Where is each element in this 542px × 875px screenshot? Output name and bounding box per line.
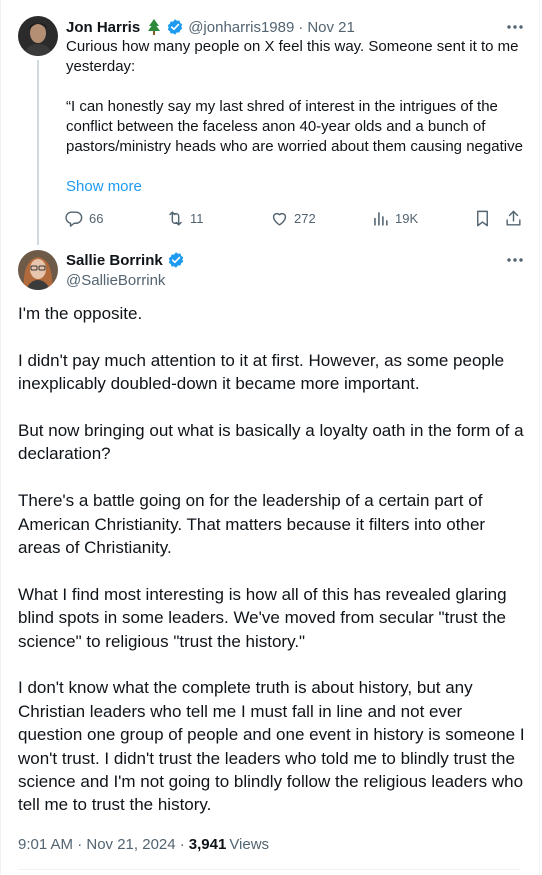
views-count: 19K: [395, 210, 419, 226]
reply-count: 66: [89, 210, 104, 226]
author-handle[interactable]: @jonharris1989: [188, 19, 294, 36]
thread-connector: [37, 60, 39, 245]
verified-badge-icon: [167, 251, 185, 269]
parent-text-line: Curious how many people on X feel this w…: [66, 38, 519, 75]
author-name-text[interactable]: Sallie Borrink: [66, 252, 163, 269]
share-button[interactable]: [504, 207, 523, 229]
tree-icon: [146, 18, 162, 36]
divider: [18, 869, 521, 870]
repost-count: 11: [190, 210, 204, 226]
author-name[interactable]: Jon Harris: [66, 19, 140, 36]
author-handle[interactable]: @SallieBorrink: [66, 271, 165, 291]
separator-dot: ·: [298, 18, 304, 36]
views-count: 3,941: [188, 835, 227, 853]
tweet-metadata: 9:01 AM · Nov 21, 2024 · 3,941 Views: [18, 834, 269, 854]
parent-tweet-header: Jon Harris @jonharris1989 · Nov 21: [66, 17, 525, 37]
tweet-paragraph: But now bringing out what is basically a…: [18, 421, 524, 464]
more-icon[interactable]: [505, 250, 525, 270]
repost-button[interactable]: 11: [166, 207, 204, 229]
like-icon: [272, 212, 287, 226]
author-name: Sallie Borrink: [66, 250, 185, 270]
reply-icon: [65, 210, 83, 227]
tweet-date[interactable]: Nov 21: [307, 19, 355, 36]
show-more-link[interactable]: Show more: [66, 177, 142, 197]
reply-button[interactable]: 66: [65, 207, 103, 229]
tweet-thread: Jon Harris @jonharris1989 · Nov 21 Curio…: [0, 0, 540, 875]
action-bar: 66 11 272 19K: [65, 207, 527, 229]
views-label: Views: [229, 835, 270, 853]
tweet-timestamp[interactable]: 9:01 AM · Nov 21, 2024 ·: [18, 836, 185, 853]
parent-tweet-text: Curious how many people on X feel this w…: [66, 37, 526, 157]
avatar[interactable]: [18, 250, 58, 290]
like-button[interactable]: 272: [270, 207, 316, 229]
tweet-paragraph: I didn't pay much attention to it at fir…: [18, 350, 505, 394]
tweet-paragraph: I'm the opposite.: [18, 304, 143, 323]
views-icon: [374, 211, 388, 226]
parent-text-quote: “I can honestly say my last shred of int…: [66, 98, 523, 155]
share-icon: [506, 210, 521, 226]
tweet-paragraph: I don't know what the complete truth is …: [18, 678, 525, 815]
bookmark-icon: [477, 210, 488, 226]
tweet-paragraph: What I find most interesting is how all …: [18, 584, 507, 651]
bookmark-button[interactable]: [473, 207, 492, 229]
tweet-body: I'm the opposite. I didn't pay much atte…: [18, 302, 530, 817]
avatar[interactable]: [18, 16, 58, 56]
repost-icon: [169, 210, 182, 226]
verified-badge-icon: [166, 18, 184, 36]
more-icon[interactable]: [505, 17, 525, 37]
views-button[interactable]: 19K: [371, 207, 418, 229]
like-count: 272: [294, 210, 316, 226]
tweet-paragraph: There's a battle going on for the leader…: [18, 491, 486, 558]
